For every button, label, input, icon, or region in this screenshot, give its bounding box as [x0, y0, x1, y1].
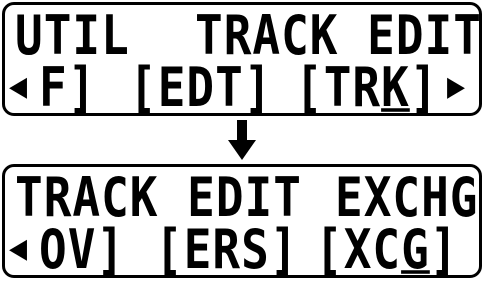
menu-item-trk-suffix: ] — [409, 55, 439, 119]
menu-item-xcg-suffix: ] — [429, 217, 459, 281]
menu-item-ov[interactable]: OV] — [39, 218, 125, 279]
cursor-char: K — [381, 55, 410, 119]
menu-item-ers[interactable]: [ERS] — [155, 218, 298, 279]
scroll-left-arrow-icon[interactable]: ◀ — [9, 56, 28, 117]
lcd-screen-after: TRACK EDIT EXCHG ◀ OV] [ERS] [XCG] — [2, 164, 482, 280]
menu-item-xcg[interactable]: [XCG] — [315, 218, 459, 279]
title-row: UTIL TRACK EDIT — [5, 4, 481, 65]
menu-item-trk[interactable]: [TRK] — [295, 56, 439, 117]
menu-item-edt[interactable]: [EDT] — [129, 56, 272, 117]
menu-item-f[interactable]: F] — [39, 56, 96, 117]
menu-row: ◀ F] [EDT] [TRK] ▶ — [5, 56, 479, 117]
menu-item-xcg-prefix: [XC — [315, 217, 402, 281]
cursor-char: G — [401, 217, 430, 281]
title-row: TRACK EDIT EXCHG — [5, 166, 479, 227]
menu-row: ◀ OV] [ERS] [XCG] — [5, 218, 479, 279]
menu-item-trk-prefix: [TR — [295, 55, 382, 119]
scroll-right-arrow-icon[interactable]: ▶ — [447, 56, 466, 117]
scroll-left-arrow-icon[interactable]: ◀ — [9, 218, 28, 279]
lcd-screen-before: UTIL TRACK EDIT ◀ F] [EDT] [TRK] ▶ — [2, 2, 482, 118]
down-arrow-icon — [228, 120, 256, 160]
